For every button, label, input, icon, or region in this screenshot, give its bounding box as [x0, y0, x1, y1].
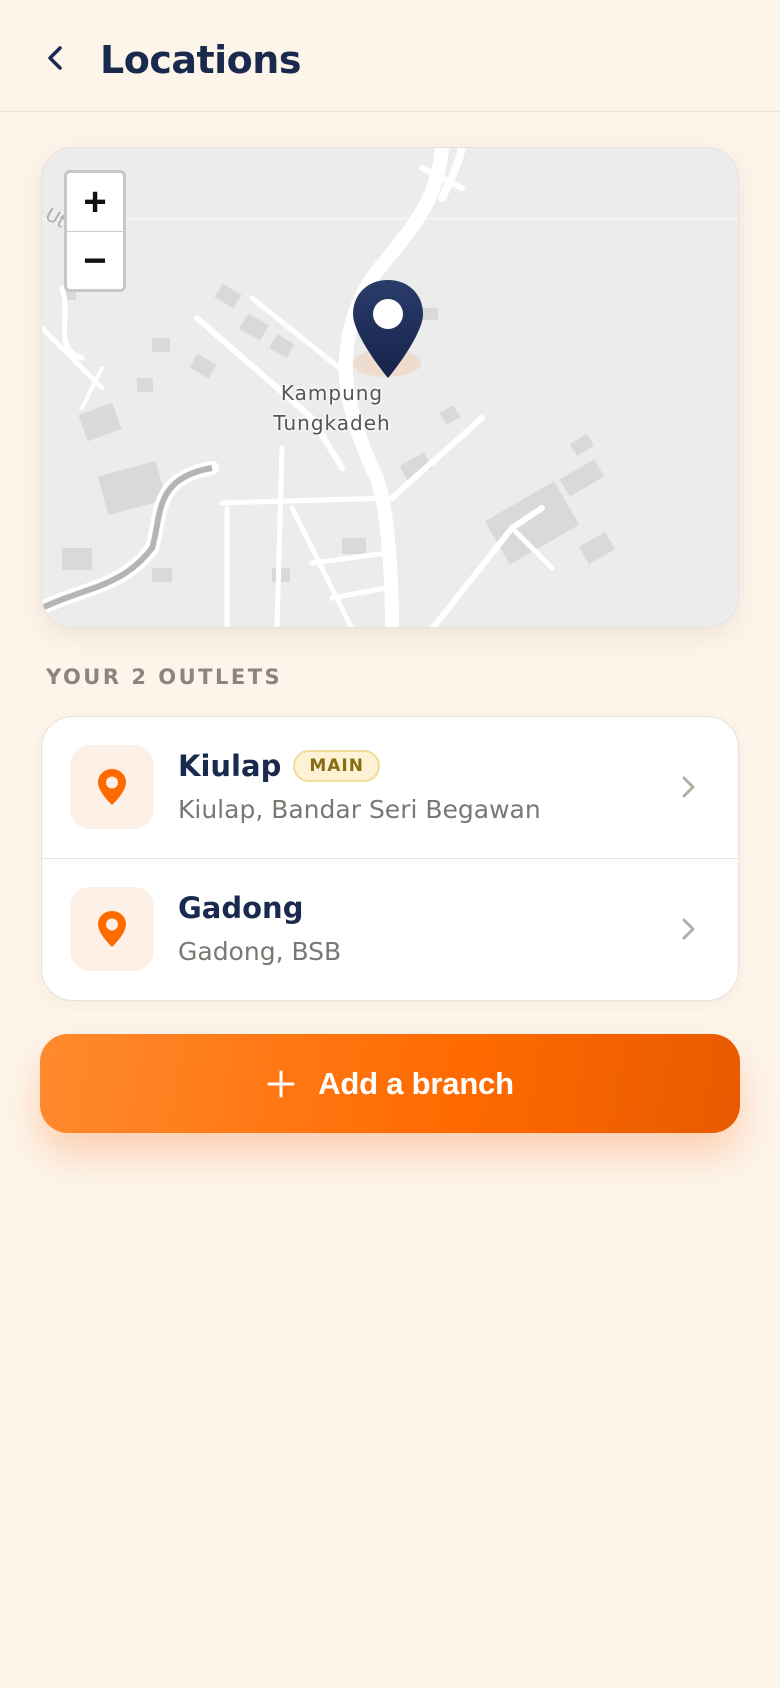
outlet-list: Kiulap MAIN Kiulap, Bandar Seri Begawan … [41, 716, 739, 1001]
chevron-right-icon [682, 776, 695, 798]
chevron-left-icon [48, 46, 62, 70]
outlet-name-row: Kiulap MAIN [178, 749, 380, 783]
location-pin-icon [98, 769, 126, 805]
back-button[interactable] [36, 38, 76, 78]
page-title: Locations [100, 38, 301, 82]
zoom-control: + − [64, 170, 126, 292]
outlet-name-row: Gadong [178, 891, 303, 925]
outlet-address: Gadong, BSB [178, 937, 342, 966]
app-header: Locations [0, 0, 780, 112]
outlet-address: Kiulap, Bandar Seri Begawan [178, 795, 541, 824]
map-place-label-line2: Tungkadeh [273, 411, 391, 435]
outlet-icon-box [70, 887, 154, 971]
main-badge: MAIN [293, 750, 380, 782]
plus-icon [267, 1070, 295, 1097]
zoom-in-button[interactable]: + [67, 173, 123, 232]
outlet-icon-box [70, 745, 154, 829]
chevron-right-icon [682, 918, 695, 940]
outlet-name: Kiulap [178, 749, 282, 783]
outlet-row-gadong[interactable]: Gadong Gadong, BSB [42, 858, 738, 1000]
outlets-section-label: YOUR 2 OUTLETS [46, 665, 283, 689]
add-branch-label: Add a branch [318, 1065, 514, 1101]
map-view[interactable]: Ut + − Kampung Tungkadeh [41, 147, 739, 628]
outlet-row-kiulap[interactable]: Kiulap MAIN Kiulap, Bandar Seri Begawan [42, 717, 738, 858]
location-pin-icon [98, 911, 126, 947]
outlet-name: Gadong [178, 891, 304, 925]
map-pin-icon[interactable] [348, 278, 428, 388]
add-branch-button[interactable]: Add a branch [40, 1034, 740, 1133]
zoom-out-button[interactable]: − [67, 232, 123, 289]
